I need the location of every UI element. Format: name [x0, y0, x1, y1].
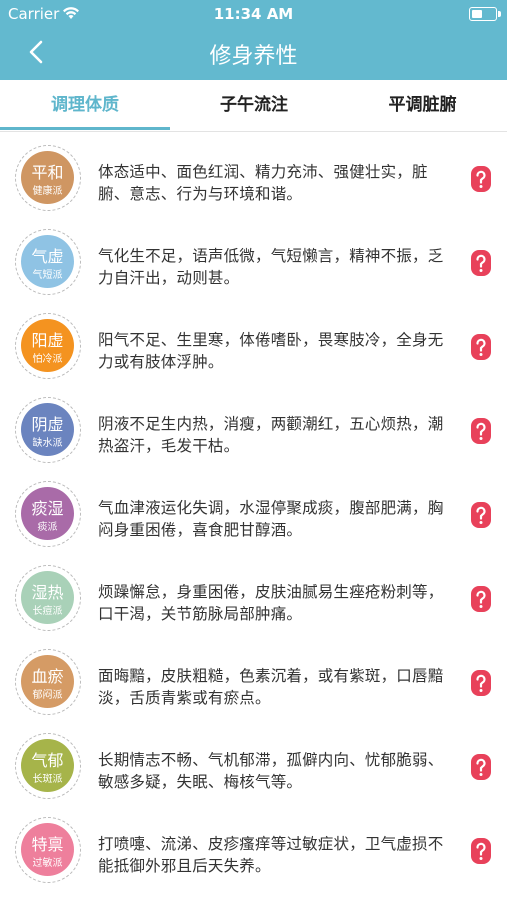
constitution-badge: 平和 健康派: [21, 151, 74, 204]
constitution-badge: 特禀 过敏派: [21, 823, 74, 876]
question-help-icon[interactable]: [470, 837, 492, 865]
constitution-badge: 痰湿 痰派: [21, 487, 74, 540]
constitution-badge: 湿热 长痘派: [21, 571, 74, 624]
constitution-description: 气血津液运化失调，水湿停聚成痰，腹部肥满，胸闷身重困倦，喜食肥甘醇酒。: [98, 499, 444, 539]
constitution-badge-ring: 阴虚 缺水派: [15, 397, 81, 463]
tab-ziwu-liuzhu[interactable]: 子午流注: [170, 80, 338, 131]
constitution-badge: 阳虚 怕冷派: [21, 319, 74, 372]
question-help-icon[interactable]: [470, 249, 492, 277]
question-help-icon[interactable]: [470, 417, 492, 445]
badge-subtitle: 长斑派: [32, 774, 63, 785]
nav-header: Carrier 11:34 AM 修身养性: [0, 0, 507, 80]
constitution-badge-ring: 血瘀 郁闷派: [15, 649, 81, 715]
constitution-badge-ring: 气虚 气短派: [15, 229, 81, 295]
badge-subtitle: 健康派: [32, 186, 63, 197]
list-item[interactable]: 湿热 长痘派 烦躁懈怠，身重困倦，皮肤油腻易生痤疮粉刺等，口干渴，关节筋脉局部肿痛。: [0, 555, 507, 639]
constitution-badge: 阴虚 缺水派: [21, 403, 74, 456]
constitution-badge: 气郁 长斑派: [21, 739, 74, 792]
badge-title: 血瘀: [31, 667, 64, 686]
badge-title: 气郁: [31, 751, 64, 770]
active-tab-indicator: [0, 127, 170, 130]
constitution-description: 烦躁懈怠，身重困倦，皮肤油腻易生痤疮粉刺等，口干渴，关节筋脉局部肿痛。: [98, 583, 444, 623]
list-item[interactable]: 阳虚 怕冷派 阳气不足、生里寒，体倦嗜卧，畏寒肢冷，全身无力或有肢体浮肿。: [0, 303, 507, 387]
constitution-badge-ring: 痰湿 痰派: [15, 481, 81, 547]
constitution-description: 阳气不足、生里寒，体倦嗜卧，畏寒肢冷，全身无力或有肢体浮肿。: [98, 331, 444, 371]
constitution-badge-ring: 阳虚 怕冷派: [15, 313, 81, 379]
constitution-badge-ring: 湿热 长痘派: [15, 565, 81, 631]
list-item[interactable]: 阴虚 缺水派 阴液不足生内热，消瘦，两颧潮红，五心烦热，潮热盗汗，毛发干枯。: [0, 387, 507, 471]
question-help-icon[interactable]: [470, 669, 492, 697]
constitution-description: 气化生不足，语声低微，气短懒言，精神不振，乏力自汗出，动则甚。: [98, 247, 444, 287]
constitution-badge: 血瘀 郁闷派: [21, 655, 74, 708]
question-help-icon[interactable]: [470, 753, 492, 781]
constitution-description: 体态适中、面色红润、精力充沛、强健壮实，脏腑、意志、行为与环境和谐。: [98, 163, 428, 203]
list-item[interactable]: 气虚 气短派 气化生不足，语声低微，气短懒言，精神不振，乏力自汗出，动则甚。: [0, 219, 507, 303]
badge-subtitle: 长痘派: [32, 606, 63, 617]
list-item[interactable]: 血瘀 郁闷派 面晦黯，皮肤粗糙，色素沉着，或有紫斑，口唇黯淡，舌质青紫或有瘀点。: [0, 639, 507, 723]
badge-title: 平和: [31, 163, 64, 182]
question-help-icon[interactable]: [470, 333, 492, 361]
badge-title: 气虚: [31, 247, 64, 266]
tab-bar: 调理体质 子午流注 平调脏腑: [0, 80, 507, 132]
badge-subtitle: 过敏派: [32, 858, 63, 869]
constitution-description: 长期情志不畅、气机郁滞，孤僻内向、忧郁脆弱、敏感多疑，失眠、梅核气等。: [98, 751, 444, 791]
question-help-icon[interactable]: [470, 501, 492, 529]
badge-subtitle: 怕冷派: [32, 354, 63, 365]
constitution-description: 打喷嚏、流涕、皮疹瘙痒等过敏症状，卫气虚损不能抵御外邪且后天失养。: [98, 835, 444, 875]
tab-tiaoli-tizhi[interactable]: 调理体质: [0, 80, 170, 131]
tab-pingtiao-zangfu[interactable]: 平调脏腑: [338, 80, 507, 131]
constitution-description: 阴液不足生内热，消瘦，两颧潮红，五心烦热，潮热盗汗，毛发干枯。: [98, 415, 444, 455]
constitution-badge-ring: 气郁 长斑派: [15, 733, 81, 799]
list-item[interactable]: 气郁 长斑派 长期情志不畅、气机郁滞，孤僻内向、忧郁脆弱、敏感多疑，失眠、梅核气等。: [0, 723, 507, 807]
list-item[interactable]: 痰湿 痰派 气血津液运化失调，水湿停聚成痰，腹部肥满，胸闷身重困倦，喜食肥甘醇酒。: [0, 471, 507, 555]
page-title: 修身养性: [209, 44, 298, 69]
constitution-description: 面晦黯，皮肤粗糙，色素沉着，或有紫斑，口唇黯淡，舌质青紫或有瘀点。: [98, 667, 444, 707]
constitution-badge-ring: 特禀 过敏派: [15, 817, 81, 883]
status-time: 11:34 AM: [213, 5, 294, 23]
battery-icon: [469, 7, 501, 21]
status-bar: Carrier 11:34 AM: [0, 0, 507, 28]
badge-title: 阴虚: [31, 415, 64, 434]
list-item[interactable]: 平和 健康派 体态适中、面色红润、精力充沛、强健壮实，脏腑、意志、行为与环境和谐。: [0, 135, 507, 219]
badge-title: 湿热: [31, 583, 64, 602]
constitution-badge-ring: 平和 健康派: [15, 145, 81, 211]
constitution-badge: 气虚 气短派: [21, 235, 74, 288]
badge-title: 特禀: [31, 835, 64, 854]
badge-title: 阳虚: [31, 331, 64, 350]
badge-subtitle: 气短派: [32, 270, 63, 281]
badge-title: 痰湿: [31, 499, 64, 518]
list-item[interactable]: 特禀 过敏派 打喷嚏、流涕、皮疹瘙痒等过敏症状，卫气虚损不能抵御外邪且后天失养。: [0, 807, 507, 891]
badge-subtitle: 郁闷派: [32, 690, 63, 701]
badge-subtitle: 痰派: [37, 522, 58, 533]
question-help-icon[interactable]: [470, 585, 492, 613]
question-help-icon[interactable]: [470, 165, 492, 193]
badge-subtitle: 缺水派: [32, 438, 63, 449]
